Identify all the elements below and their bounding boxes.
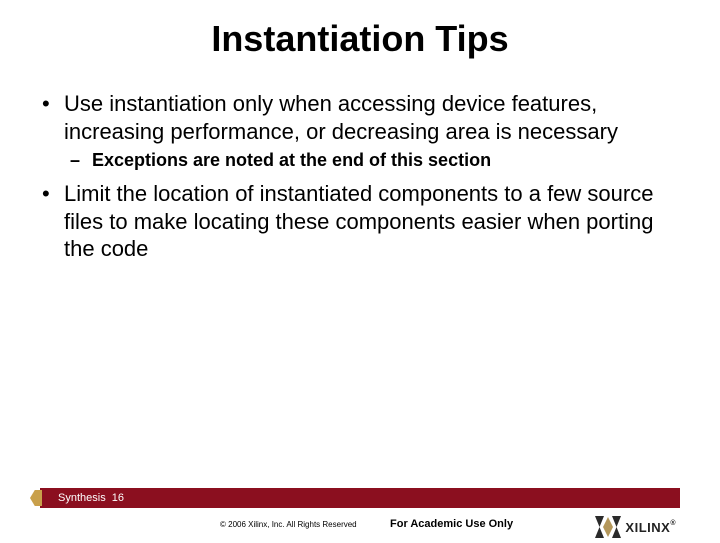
- sub-bullet-list: Exceptions are noted at the end of this …: [64, 149, 684, 172]
- xilinx-logo-icon: [595, 516, 621, 538]
- bullet-text: Use instantiation only when accessing de…: [64, 91, 618, 144]
- bullet-text: Limit the location of instantiated compo…: [64, 181, 653, 261]
- registered-mark: ®: [670, 520, 676, 527]
- bullet-item: Use instantiation only when accessing de…: [36, 90, 684, 172]
- footer-academic-note: For Academic Use Only: [390, 518, 513, 530]
- footer-bar: Synthesis 16: [40, 488, 680, 508]
- slide-content: Use instantiation only when accessing de…: [0, 70, 720, 263]
- bullet-item: Limit the location of instantiated compo…: [36, 180, 684, 263]
- sub-bullet-item: Exceptions are noted at the end of this …: [64, 149, 684, 172]
- slide-footer: Synthesis 16 © 2006 Xilinx, Inc. All Rig…: [0, 488, 720, 540]
- footer-bottom-row: © 2006 Xilinx, Inc. All Rights Reserved …: [0, 514, 720, 540]
- bullet-list: Use instantiation only when accessing de…: [36, 90, 684, 263]
- xilinx-logo-text: XILINX®: [625, 520, 676, 535]
- footer-section: Synthesis: [58, 492, 106, 504]
- footer-page-number: 16: [112, 492, 124, 504]
- sub-bullet-text: Exceptions are noted at the end of this …: [92, 150, 491, 170]
- slide-title: Instantiation Tips: [0, 0, 720, 70]
- xilinx-logo: XILINX®: [595, 516, 676, 538]
- slide: Instantiation Tips Use instantiation onl…: [0, 0, 720, 540]
- logo-name: XILINX: [625, 520, 670, 535]
- footer-copyright: © 2006 Xilinx, Inc. All Rights Reserved: [220, 520, 357, 529]
